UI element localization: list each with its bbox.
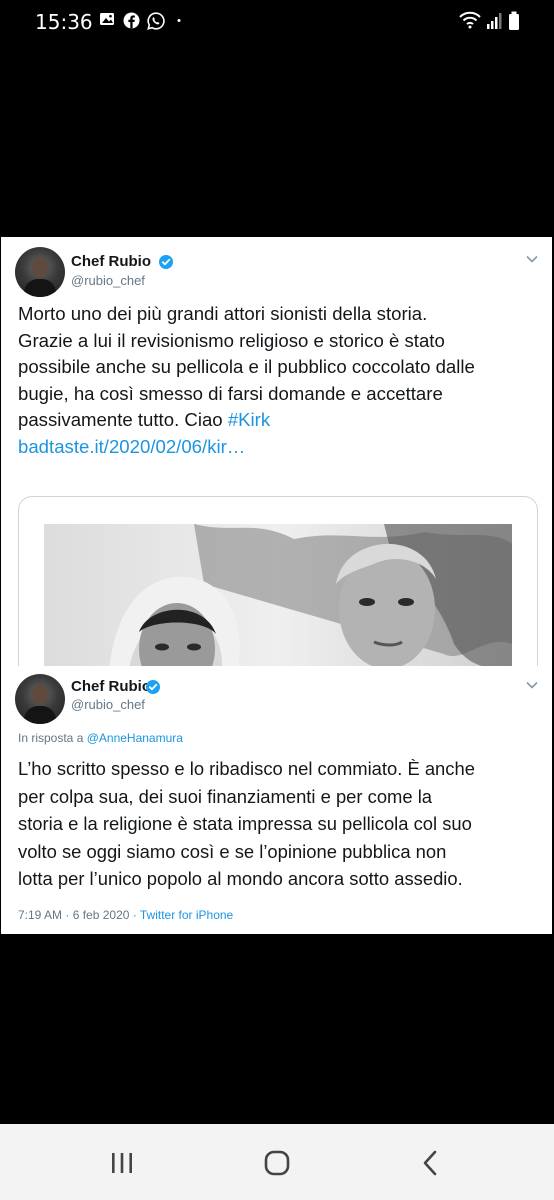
- whatsapp-icon: [147, 12, 165, 30]
- back-icon[interactable]: [411, 1146, 451, 1180]
- status-time: 15:36: [35, 10, 93, 34]
- tweet-source-link[interactable]: Twitter for iPhone: [140, 908, 233, 922]
- article-link[interactable]: badtaste.it/2020/02/06/kir…: [18, 436, 245, 457]
- tweet-line: volto se oggi siamo così e se l’opinione…: [18, 840, 447, 862]
- tweet-body: L’ho scritto spesso e lo ribadisco nel c…: [18, 755, 548, 893]
- verified-badge-icon: [146, 680, 160, 694]
- gallery-icon: [100, 13, 114, 25]
- chevron-down-icon[interactable]: [525, 254, 539, 264]
- tweet-line: storia e la religione è stata impressa s…: [18, 813, 472, 834]
- tweet-meta: 7:19 AM · 6 feb 2020 · Twitter for iPhon…: [18, 908, 233, 922]
- tweet-line-last: passivamente tutto. Ciao #Kirk: [18, 407, 548, 434]
- tweet-body: Morto uno dei più grandi attori sionisti…: [18, 301, 548, 460]
- link-preview-card[interactable]: [18, 496, 538, 666]
- author-name[interactable]: Chef Rubio: [71, 678, 151, 695]
- tweet-card-reply[interactable]: Chef Rubio @rubio_chef In risposta a @An…: [1, 666, 552, 934]
- signal-icon: [487, 13, 502, 29]
- tweet-line: possibile anche su pellicola e il pubbli…: [18, 356, 475, 377]
- hashtag-link[interactable]: #Kirk: [228, 409, 270, 430]
- reply-prefix: In risposta a: [18, 731, 87, 745]
- author-avatar[interactable]: [15, 674, 65, 724]
- recent-apps-icon[interactable]: [102, 1146, 142, 1180]
- article-photo[interactable]: [44, 524, 512, 666]
- tweet-line: Morto uno dei più grandi attori sionisti…: [18, 303, 428, 324]
- status-bar: 15:36: [0, 0, 554, 44]
- reply-context: In risposta a @AnneHanamura: [18, 731, 183, 745]
- verified-badge-icon: [159, 255, 173, 269]
- tweet-timestamp[interactable]: 7:19 AM · 6 feb 2020 ·: [18, 908, 140, 922]
- tweet-card-original[interactable]: Chef Rubio @rubio_chef Morto uno dei più…: [1, 237, 552, 666]
- tweet-line: lotta per l’unico popolo al mondo ancora…: [18, 868, 463, 889]
- facebook-icon: [123, 12, 140, 29]
- battery-icon: [509, 11, 519, 30]
- tweet-line: L’ho scritto spesso e lo ribadisco nel c…: [18, 758, 475, 779]
- tweet-line: Grazie a lui il revisionismo religioso e…: [18, 329, 445, 351]
- tweet-line: bugie, ha così smesso di farsi domande e…: [18, 382, 443, 404]
- home-icon[interactable]: [257, 1146, 297, 1180]
- tweet-line-text: passivamente tutto. Ciao: [18, 409, 228, 430]
- author-handle[interactable]: @rubio_chef: [71, 697, 145, 712]
- reply-mention-link[interactable]: @AnneHanamura: [87, 731, 183, 745]
- author-name[interactable]: Chef Rubio: [71, 253, 151, 270]
- more-dots-icon: [177, 19, 181, 22]
- tweet-line: per colpa sua, dei suoi finanziamenti e …: [18, 785, 433, 807]
- navigation-bar: [0, 1124, 554, 1200]
- author-avatar[interactable]: [15, 247, 65, 297]
- wifi-icon: [459, 11, 481, 29]
- author-handle[interactable]: @rubio_chef: [71, 273, 145, 288]
- chevron-down-icon[interactable]: [525, 680, 539, 690]
